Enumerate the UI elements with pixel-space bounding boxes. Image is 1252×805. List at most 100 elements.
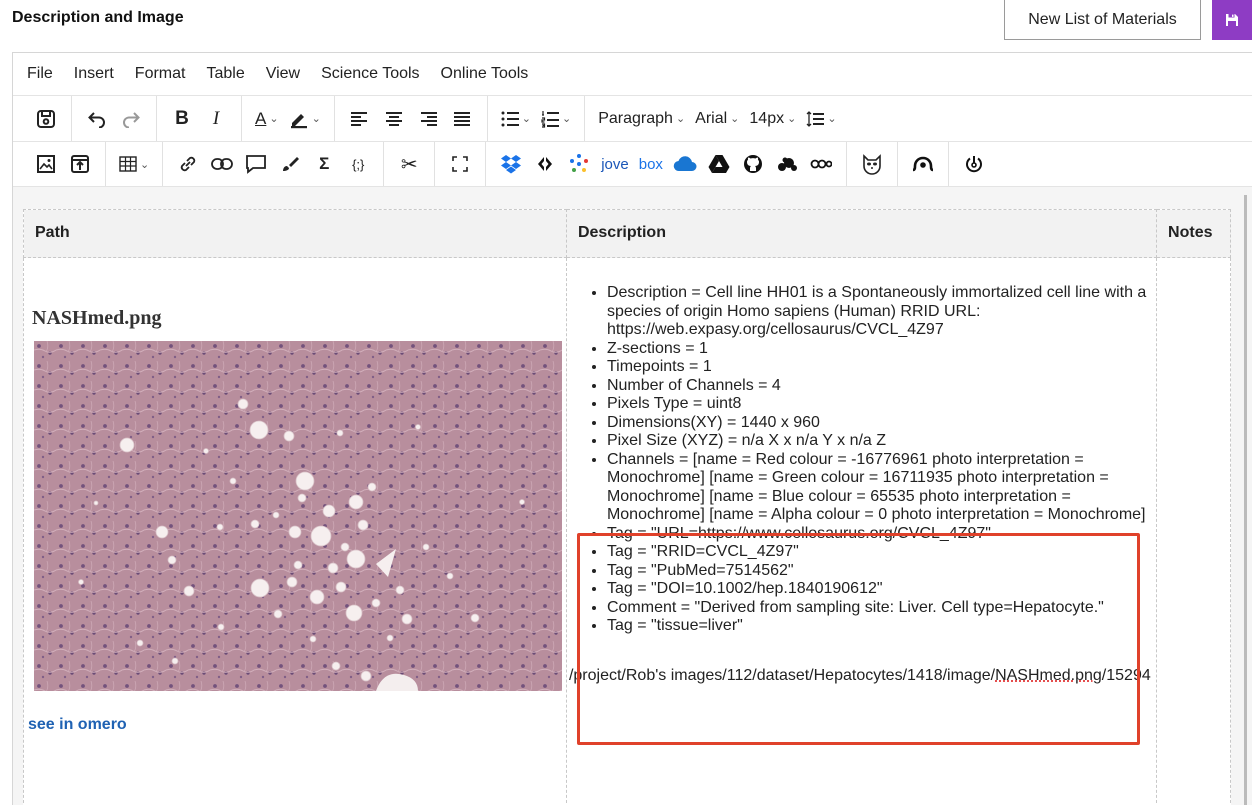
code-snippet-button[interactable]: {;}: [341, 147, 375, 181]
draw-button[interactable]: [273, 147, 307, 181]
menu-format[interactable]: Format: [135, 65, 186, 83]
chevron-down-icon: ⌄: [269, 113, 279, 125]
align-right-button[interactable]: [411, 102, 445, 136]
dots-ring-icon: [570, 154, 589, 172]
notes-cell[interactable]: [1156, 257, 1231, 805]
fullscreen-icon: [452, 156, 469, 172]
list-item: Pixel Size (XYZ) = n/a X x n/a Y x n/a Z: [607, 432, 1156, 451]
egnyte-button[interactable]: [770, 147, 804, 181]
header-notes: Notes: [1156, 209, 1231, 258]
line-height-select[interactable]: ⌄: [801, 102, 841, 136]
raccoon-button[interactable]: [855, 147, 889, 181]
upload-icon: [71, 155, 89, 173]
owncloud-button[interactable]: [804, 147, 838, 181]
insert-toolbar: ⌄ Σ {;} ✂ jove box: [13, 141, 1252, 187]
chevron-down-icon: ⌄: [562, 113, 572, 125]
block-format-select[interactable]: Paragraph ⌄: [593, 102, 690, 136]
bullet-list-icon: [501, 111, 519, 126]
save-button[interactable]: [1212, 0, 1252, 40]
formatting-toolbar: B I A ⌄ ⌄ ⌄ ⌄ Paragraph ⌄ Arial ⌄ 14px ⌄ ⌄: [13, 95, 1252, 141]
table-header-row: Path Description Notes: [23, 209, 1231, 258]
highlight-annotation-box: [577, 533, 1140, 745]
jove-button[interactable]: jove: [596, 147, 634, 181]
text-color-button[interactable]: A ⌄: [250, 102, 284, 136]
font-size-select[interactable]: 14px ⌄: [744, 102, 801, 136]
fullscreen-button[interactable]: [443, 147, 477, 181]
new-list-of-materials-button[interactable]: New List of Materials: [1004, 0, 1201, 40]
font-family-select[interactable]: Arial ⌄: [690, 102, 744, 136]
pyrat-button[interactable]: [562, 147, 596, 181]
save-doc-button[interactable]: [29, 102, 63, 136]
menu-view[interactable]: View: [266, 65, 300, 83]
link-button[interactable]: [171, 147, 205, 181]
highlighter-icon: [290, 113, 307, 128]
box-logo: box: [638, 155, 663, 173]
upload-button[interactable]: [63, 147, 97, 181]
italic-button[interactable]: I: [199, 102, 233, 136]
align-left-button[interactable]: [343, 102, 377, 136]
power-integration-button[interactable]: [957, 147, 991, 181]
image-icon: [37, 155, 55, 173]
menu-insert[interactable]: Insert: [74, 65, 114, 83]
raccoon-icon: [863, 154, 881, 175]
menu-file[interactable]: File: [27, 65, 53, 83]
chevron-down-icon: ⌄: [730, 113, 740, 125]
github-button[interactable]: [736, 147, 770, 181]
sigma-icon: Σ: [319, 154, 330, 173]
chevron-down-icon: ⌄: [311, 113, 321, 125]
list-item: Channels = [name = Red colour = -1677696…: [607, 451, 1156, 525]
comment-icon: [246, 155, 267, 174]
protocols-io-button[interactable]: [528, 147, 562, 181]
menu-table[interactable]: Table: [206, 65, 244, 83]
chevron-down-icon: ⌄: [787, 113, 797, 125]
onedrive-button[interactable]: [668, 147, 702, 181]
scrollbar[interactable]: [1244, 195, 1247, 805]
code-braces-icon: {;}: [352, 156, 365, 172]
jove-logo: jove: [601, 155, 629, 173]
github-icon: [743, 155, 762, 173]
list-item: Z-sections = 1: [607, 340, 1156, 359]
infinity-dots-icon: [810, 159, 832, 169]
chevron-down-icon: ⌄: [827, 113, 837, 125]
protocols-icon: [538, 157, 553, 171]
justify-button[interactable]: [445, 102, 479, 136]
redo-button[interactable]: [114, 102, 148, 136]
undo-icon: [88, 111, 105, 128]
equation-button[interactable]: Σ: [307, 147, 341, 181]
box-button[interactable]: box: [634, 147, 668, 181]
menu-science-tools[interactable]: Science Tools: [321, 65, 419, 83]
header-path: Path: [23, 209, 567, 258]
save-icon: [37, 109, 55, 128]
file-name-heading: NASHmed.png: [32, 307, 162, 329]
undo-button[interactable]: [80, 102, 114, 136]
unlink-button[interactable]: [205, 147, 239, 181]
mendeley-icon: [912, 156, 934, 172]
chain-link-icon: [211, 158, 234, 170]
insert-table-button[interactable]: ⌄: [114, 147, 154, 181]
align-center-icon: [385, 111, 402, 126]
menu-online-tools[interactable]: Online Tools: [441, 65, 529, 83]
google-drive-button[interactable]: [702, 147, 736, 181]
microscopy-image[interactable]: [34, 341, 562, 691]
see-in-omero-link[interactable]: see in omero: [28, 716, 566, 734]
align-center-button[interactable]: [377, 102, 411, 136]
align-right-icon: [420, 111, 437, 126]
bold-button[interactable]: B: [165, 102, 199, 136]
list-item: Dimensions(XY) = 1440 x 960: [607, 414, 1156, 433]
numbered-list-button[interactable]: ⌄: [536, 102, 576, 136]
insert-image-button[interactable]: [29, 147, 63, 181]
scissors-icon: ✂: [400, 153, 418, 176]
highlight-color-button[interactable]: ⌄: [284, 102, 326, 136]
mendeley-button[interactable]: [906, 147, 940, 181]
google-drive-icon: [708, 155, 730, 173]
font-family-value: Arial: [695, 109, 728, 127]
cluster-icon: [777, 157, 797, 171]
list-item: Pixels Type = uint8: [607, 395, 1156, 414]
path-cell[interactable]: NASHmed.png see in omero: [23, 257, 567, 805]
comment-button[interactable]: [239, 147, 273, 181]
line-height-icon: [806, 110, 825, 127]
cut-button[interactable]: ✂: [392, 147, 426, 181]
bullet-list-button[interactable]: ⌄: [496, 102, 536, 136]
chevron-down-icon: ⌄: [675, 113, 686, 125]
dropbox-button[interactable]: [494, 147, 528, 181]
